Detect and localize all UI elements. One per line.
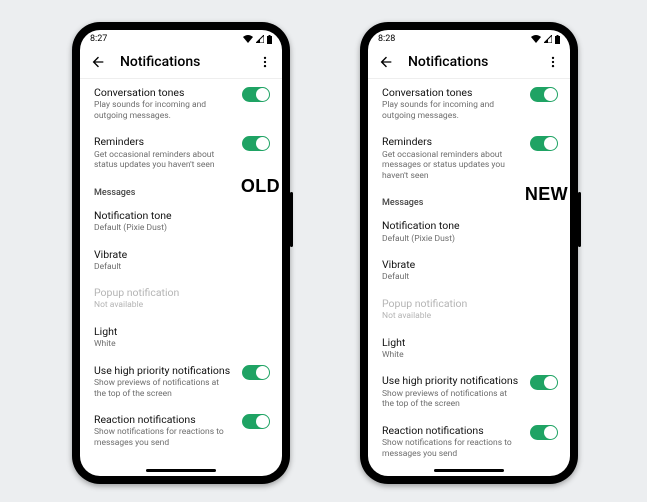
setting-popup-notification: Popup notification Not available bbox=[80, 279, 282, 318]
setting-title: Vibrate bbox=[382, 258, 556, 271]
status-time: 8:28 bbox=[378, 34, 395, 44]
setting-title: Notification tone bbox=[94, 209, 268, 222]
phone-new: 8:28 Notifications Conversation tones Pl… bbox=[360, 22, 578, 484]
setting-title: Popup notification bbox=[94, 286, 268, 299]
setting-subtitle: Not available bbox=[382, 311, 556, 322]
setting-subtitle: White bbox=[382, 350, 556, 361]
setting-reaction-notifications[interactable]: Reaction notifications Show notification… bbox=[368, 417, 570, 466]
setting-title: Use high priority notifications bbox=[94, 364, 232, 377]
setting-high-priority[interactable]: Use high priority notifications Show pre… bbox=[368, 367, 570, 416]
setting-subtitle: Default bbox=[94, 262, 268, 273]
setting-subtitle: Show notifications for reactions to mess… bbox=[382, 438, 520, 459]
setting-title: Vibrate bbox=[94, 248, 268, 261]
nav-handle[interactable] bbox=[434, 469, 504, 472]
toggle-switch[interactable] bbox=[242, 414, 270, 429]
toggle-switch[interactable] bbox=[530, 375, 558, 390]
page-title: Notifications bbox=[120, 54, 258, 70]
setting-title: Light bbox=[94, 325, 268, 338]
setting-title: Notification tone bbox=[382, 219, 556, 232]
settings-list[interactable]: Conversation tones Play sounds for incom… bbox=[368, 79, 570, 476]
setting-notification-tone[interactable]: Notification tone Default (Pixie Dust) bbox=[80, 202, 282, 241]
setting-subtitle: White bbox=[94, 339, 268, 350]
setting-title: Reminders bbox=[94, 135, 232, 148]
setting-subtitle: Show previews of notifications at the to… bbox=[94, 378, 232, 399]
statusbar: 8:28 bbox=[368, 30, 570, 48]
setting-title: Use high priority notifications bbox=[382, 374, 520, 387]
wifi-icon bbox=[243, 35, 253, 43]
nav-handle[interactable] bbox=[146, 469, 216, 472]
arrow-back-icon bbox=[378, 54, 394, 70]
setting-light[interactable]: Light White bbox=[80, 318, 282, 357]
appbar: Notifications bbox=[80, 48, 282, 79]
back-button[interactable] bbox=[378, 54, 394, 70]
setting-high-priority[interactable]: Use high priority notifications Show pre… bbox=[80, 357, 282, 406]
status-time: 8:27 bbox=[90, 34, 107, 44]
screen: 8:28 Notifications Conversation tones Pl… bbox=[368, 30, 570, 476]
overflow-menu-button[interactable] bbox=[546, 55, 560, 69]
setting-vibrate[interactable]: Vibrate Default bbox=[368, 251, 570, 290]
setting-title: Reaction notifications bbox=[382, 424, 520, 437]
setting-subtitle: Show notifications for reactions to mess… bbox=[94, 427, 232, 448]
setting-subtitle: Default (Pixie Dust) bbox=[382, 234, 556, 245]
setting-title: Light bbox=[382, 336, 556, 349]
toggle-switch[interactable] bbox=[242, 365, 270, 380]
more-vert-icon bbox=[258, 55, 272, 69]
toggle-switch[interactable] bbox=[242, 87, 270, 102]
status-icons bbox=[243, 35, 272, 44]
setting-conversation-tones[interactable]: Conversation tones Play sounds for incom… bbox=[80, 79, 282, 128]
setting-reaction-notifications[interactable]: Reaction notifications Show notification… bbox=[80, 406, 282, 455]
toggle-switch[interactable] bbox=[530, 136, 558, 151]
setting-title: Reminders bbox=[382, 135, 520, 148]
badge-old: OLD bbox=[241, 176, 280, 197]
toggle-switch[interactable] bbox=[242, 136, 270, 151]
more-vert-icon bbox=[546, 55, 560, 69]
setting-title: Conversation tones bbox=[382, 86, 520, 99]
setting-subtitle: Show previews of notifications at the to… bbox=[382, 389, 520, 410]
battery-icon bbox=[267, 35, 272, 44]
toggle-switch[interactable] bbox=[530, 425, 558, 440]
battery-icon bbox=[555, 35, 560, 44]
setting-subtitle: Default (Pixie Dust) bbox=[94, 223, 268, 234]
signal-icon bbox=[544, 35, 552, 43]
setting-subtitle: Not available bbox=[94, 300, 268, 311]
setting-subtitle: Get occasional reminders about status up… bbox=[94, 150, 232, 171]
setting-subtitle: Get occasional reminders about messages … bbox=[382, 150, 520, 182]
setting-title: Reaction notifications bbox=[94, 413, 232, 426]
setting-popup-notification: Popup notification Not available bbox=[368, 290, 570, 329]
settings-list[interactable]: Conversation tones Play sounds for incom… bbox=[80, 79, 282, 476]
setting-subtitle: Default bbox=[382, 272, 556, 283]
setting-reminders[interactable]: Reminders Get occasional reminders about… bbox=[368, 128, 570, 188]
appbar: Notifications bbox=[368, 48, 570, 79]
back-button[interactable] bbox=[90, 54, 106, 70]
setting-subtitle: Play sounds for incoming and outgoing me… bbox=[382, 100, 520, 121]
wifi-icon bbox=[531, 35, 541, 43]
setting-light[interactable]: Light White bbox=[368, 329, 570, 368]
setting-title: Popup notification bbox=[382, 297, 556, 310]
phone-old: 8:27 Notifications Conversation tones Pl… bbox=[72, 22, 290, 484]
setting-notification-tone[interactable]: Notification tone Default (Pixie Dust) bbox=[368, 212, 570, 251]
setting-vibrate[interactable]: Vibrate Default bbox=[80, 241, 282, 280]
signal-icon bbox=[256, 35, 264, 43]
statusbar: 8:27 bbox=[80, 30, 282, 48]
setting-subtitle: Play sounds for incoming and outgoing me… bbox=[94, 100, 232, 121]
screen: 8:27 Notifications Conversation tones Pl… bbox=[80, 30, 282, 476]
setting-reminders[interactable]: Reminders Get occasional reminders about… bbox=[80, 128, 282, 177]
toggle-switch[interactable] bbox=[530, 87, 558, 102]
page-title: Notifications bbox=[408, 54, 546, 70]
arrow-back-icon bbox=[90, 54, 106, 70]
setting-title: Conversation tones bbox=[94, 86, 232, 99]
badge-new: NEW bbox=[525, 184, 568, 205]
overflow-menu-button[interactable] bbox=[258, 55, 272, 69]
setting-conversation-tones[interactable]: Conversation tones Play sounds for incom… bbox=[368, 79, 570, 128]
status-icons bbox=[531, 35, 560, 44]
